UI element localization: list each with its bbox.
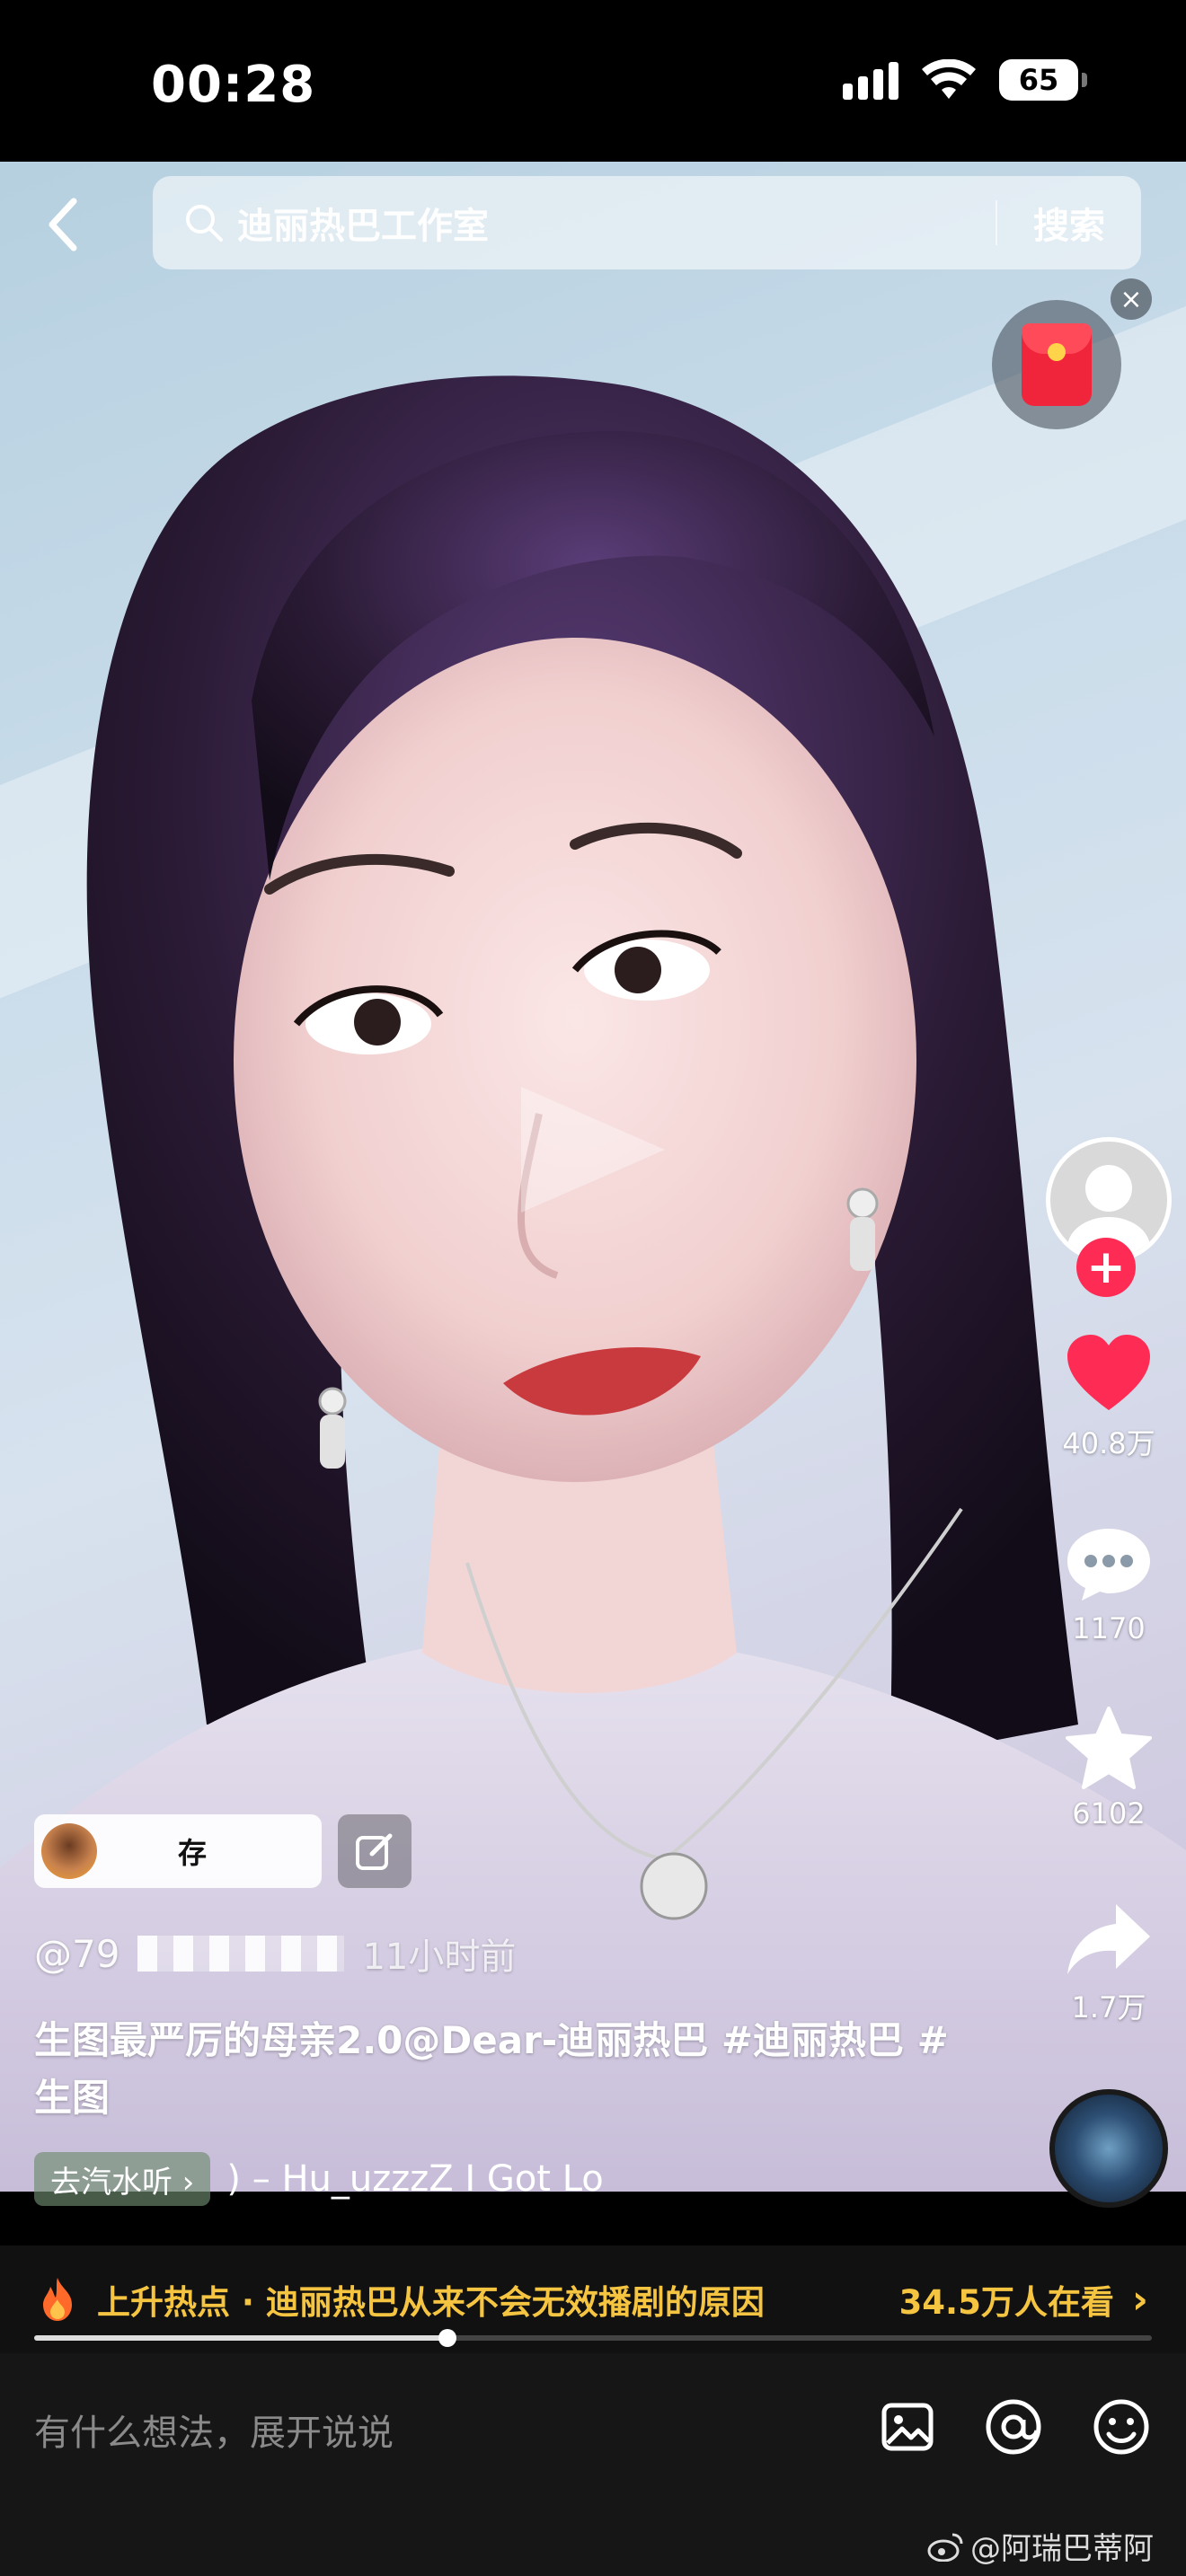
fire-icon <box>43 2278 72 2321</box>
cellular-signal-icon <box>843 60 898 100</box>
status-indicators: 65 <box>843 59 1087 101</box>
search-icon <box>186 205 223 242</box>
like-button[interactable]: 40.8万 <box>1042 1333 1175 1462</box>
favorite-button[interactable]: 6102 <box>1042 1707 1175 1831</box>
chevron-right-icon: › <box>1131 2276 1148 2323</box>
video-progress-fill <box>34 2335 448 2341</box>
post-caption[interactable]: 生图最严厉的母亲2.0@Dear-迪丽热巴 #迪丽热巴 #生图 <box>34 2012 969 2127</box>
watermark-text: @阿瑞巴蒂阿 <box>970 2531 1154 2567</box>
music-title[interactable]: ) – Hu_uzzzZ I Got Lo <box>226 2158 730 2200</box>
at-icon[interactable] <box>983 2396 1044 2457</box>
share-count: 1.7万 <box>1071 1990 1146 2025</box>
comment-bar: 有什么想法，展开说说 @阿瑞巴蒂阿 <box>0 2353 1186 2576</box>
edit-icon <box>356 1833 393 1870</box>
music-disc[interactable] <box>1049 2089 1168 2208</box>
battery-icon: 65 <box>999 59 1087 101</box>
wifi-icon <box>922 59 976 99</box>
status-time: 00:28 <box>151 56 316 114</box>
search-query[interactable]: 迪丽热巴工作室 <box>237 197 996 249</box>
search-button[interactable]: 搜索 <box>997 197 1141 249</box>
trending-viewer-count: 34.5万人在看 <box>898 2283 1114 2322</box>
back-button[interactable] <box>36 189 90 260</box>
chip-avatar <box>41 1823 97 1879</box>
author-handle[interactable]: @79 <box>34 1932 119 1976</box>
red-packet-widget[interactable] <box>992 300 1121 429</box>
favorite-count: 6102 <box>1072 1796 1146 1831</box>
author-line[interactable]: @79 11小时前 <box>34 1928 516 1980</box>
post-time: 11小时前 <box>362 1936 517 1978</box>
chip-text: 存 <box>178 1836 208 1870</box>
trending-topic-text: 上升热点 · 迪丽热巴从来不会无效播剧的原因 <box>97 2283 765 2322</box>
star-icon <box>1066 1707 1152 1789</box>
search-bar[interactable]: 迪丽热巴工作室 搜索 <box>153 176 1141 269</box>
follow-button[interactable]: + <box>1076 1238 1136 1297</box>
comment-button[interactable]: 1170 <box>1042 1523 1175 1645</box>
weibo-watermark: @阿瑞巴蒂阿 <box>927 2524 1154 2568</box>
collection-chip[interactable]: 存 <box>34 1814 322 1888</box>
back-arrow-icon <box>49 198 77 251</box>
music-row[interactable]: 去汽水听 › ) – Hu_uzzzZ I Got Lo <box>34 2152 730 2206</box>
comment-count: 1170 <box>1072 1611 1146 1645</box>
comment-input[interactable]: 有什么想法，展开说说 <box>34 2404 394 2456</box>
comment-bubble-icon <box>1067 1529 1150 1601</box>
image-icon[interactable] <box>877 2396 938 2457</box>
author-handle-redacted <box>137 1936 345 1972</box>
open-in-qishui-chip[interactable]: 去汽水听 › <box>34 2152 211 2206</box>
share-button[interactable]: 1.7万 <box>1042 1901 1175 2026</box>
emoji-icon[interactable] <box>1091 2396 1152 2457</box>
red-packet-close-button[interactable]: × <box>1111 278 1152 320</box>
weibo-icon <box>927 2533 963 2562</box>
status-bar: 00:28 65 <box>0 0 1186 162</box>
video-progress-bar[interactable] <box>34 2329 1152 2347</box>
edit-button[interactable] <box>338 1814 412 1888</box>
like-count: 40.8万 <box>1062 1426 1155 1460</box>
share-arrow-icon <box>1067 1904 1150 1974</box>
red-packet-icon <box>1022 323 1092 406</box>
heart-icon <box>1067 1335 1150 1410</box>
